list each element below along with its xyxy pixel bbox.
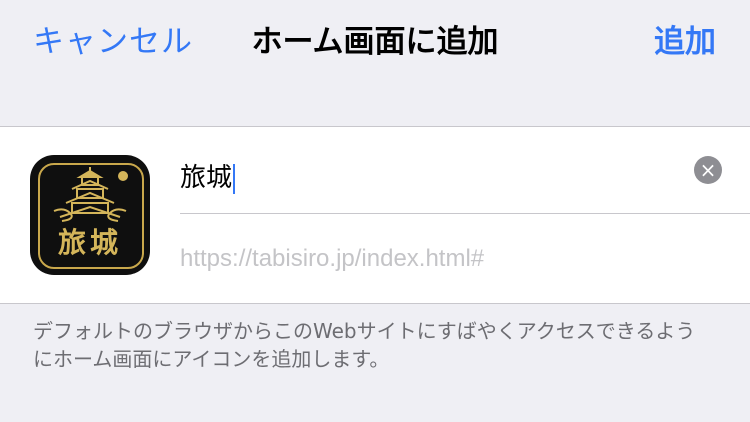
- navigation-bar: キャンセル ホーム画面に追加 追加: [0, 0, 750, 72]
- url-text: https://tabisiro.jp/index.html#: [180, 245, 485, 272]
- app-icon: 旅城: [30, 155, 150, 275]
- clear-icon[interactable]: ×: [694, 156, 722, 184]
- page-title: ホーム画面に追加: [251, 24, 499, 60]
- text-cursor: [233, 163, 236, 194]
- footer-note: デフォルトのブラウザからこのWebサイトにすばやくアクセスできるようにホーム画面…: [33, 319, 696, 371]
- add-button[interactable]: 追加: [654, 16, 716, 61]
- icon-label: 旅城: [57, 226, 122, 259]
- name-field[interactable]: 旅城 ×: [180, 155, 750, 214]
- name-input[interactable]: 旅城: [180, 157, 236, 194]
- name-value-text: 旅城: [180, 163, 233, 193]
- bookmark-card: 旅城 旅城 × https://tabisiro.jp/index.html#: [0, 126, 750, 304]
